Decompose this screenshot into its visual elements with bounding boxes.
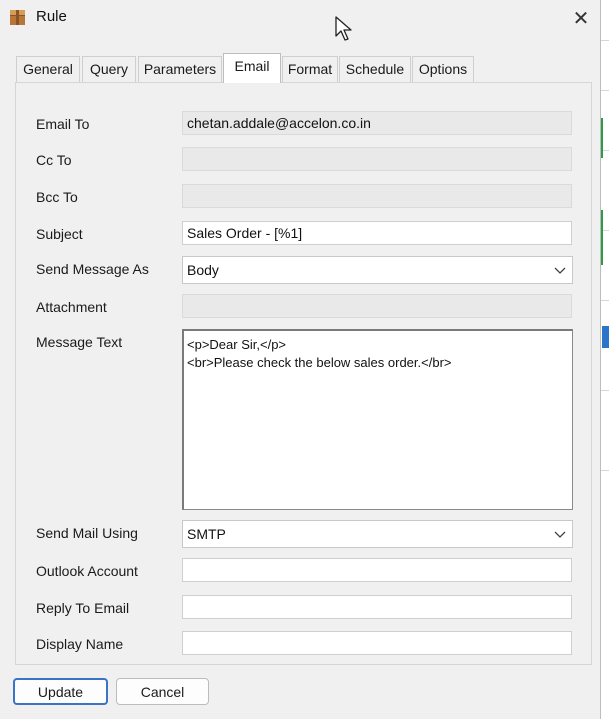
outlook-account-label: Outlook Account (36, 563, 138, 579)
email-to-label: Email To (36, 116, 90, 132)
reply-to-email-label: Reply To Email (36, 600, 130, 616)
tab-parameters[interactable]: Parameters (138, 56, 222, 82)
chevron-down-icon (554, 531, 566, 538)
mouse-pointer-icon (335, 16, 352, 41)
email-to-field[interactable]: chetan.addale@accelon.co.in (182, 111, 572, 135)
title-bar: Rule ✕ (0, 0, 600, 36)
rule-dialog: Rule ✕ General Query Parameters Email Fo… (0, 0, 601, 719)
send-message-as-select[interactable]: Body (182, 256, 573, 284)
subject-field[interactable]: Sales Order - [%1] (182, 221, 572, 245)
bcc-to-label: Bcc To (36, 189, 78, 205)
send-mail-using-value: SMTP (187, 526, 226, 542)
tab-options[interactable]: Options (412, 56, 474, 82)
update-button[interactable]: Update (13, 678, 108, 705)
window-title: Rule (36, 8, 67, 25)
outlook-account-field[interactable] (182, 558, 572, 582)
tab-format[interactable]: Format (282, 56, 338, 82)
close-button[interactable]: ✕ (566, 4, 596, 32)
attachment-label: Attachment (36, 299, 107, 315)
tab-query[interactable]: Query (82, 56, 136, 82)
send-mail-using-select[interactable]: SMTP (182, 520, 573, 548)
send-mail-using-label: Send Mail Using (36, 525, 138, 541)
chevron-down-icon (554, 267, 566, 274)
package-icon (10, 10, 25, 25)
cancel-button[interactable]: Cancel (116, 678, 209, 705)
tab-general[interactable]: General (16, 56, 80, 82)
subject-label: Subject (36, 226, 83, 242)
attachment-field[interactable] (182, 294, 572, 318)
reply-to-email-field[interactable] (182, 595, 572, 619)
cc-to-field[interactable] (182, 147, 572, 171)
display-name-field[interactable] (182, 631, 572, 655)
send-message-as-label: Send Message As (36, 261, 149, 277)
message-text-label: Message Text (36, 334, 123, 350)
message-text-area[interactable]: <p>Dear Sir,</p> <br>Please check the be… (182, 329, 573, 510)
cc-to-label: Cc To (36, 152, 72, 168)
bcc-to-field[interactable] (182, 184, 572, 208)
tab-schedule[interactable]: Schedule (339, 56, 411, 82)
tab-email[interactable]: Email (223, 53, 281, 83)
send-message-as-value: Body (187, 262, 219, 278)
close-icon: ✕ (572, 7, 590, 30)
display-name-label: Display Name (36, 636, 124, 652)
